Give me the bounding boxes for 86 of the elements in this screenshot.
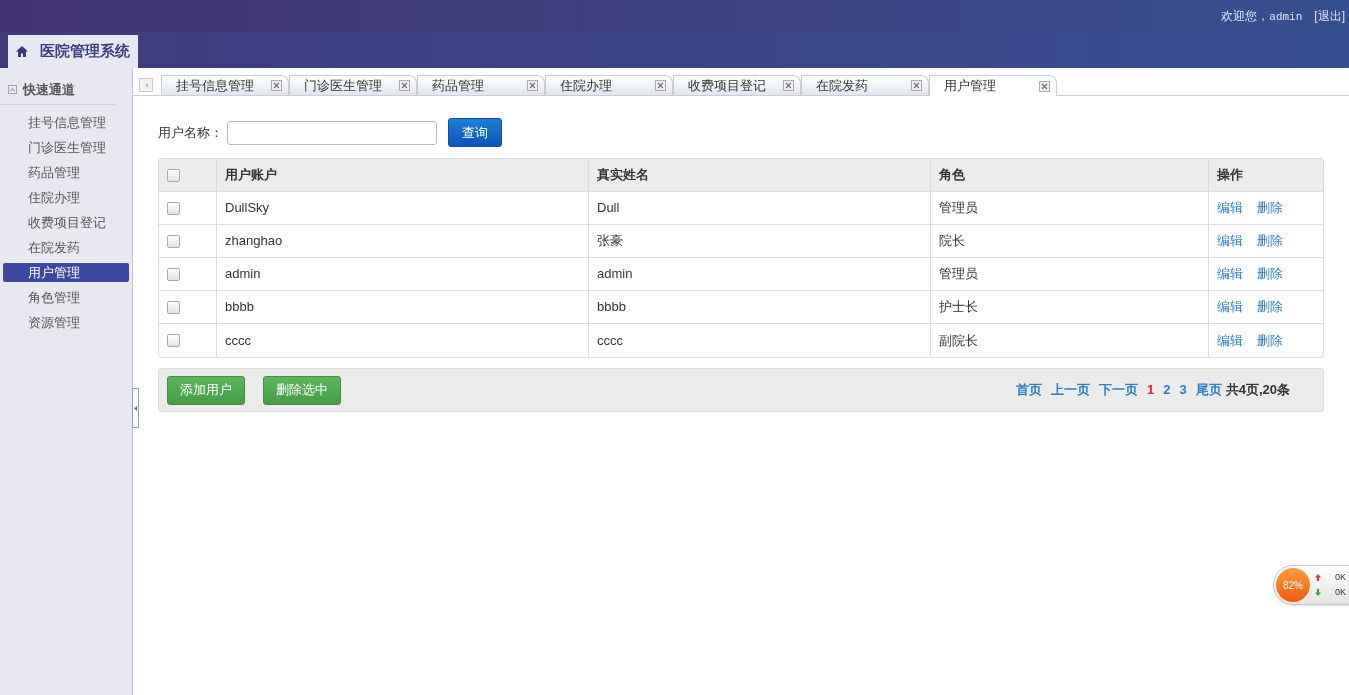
speed-widget[interactable]: 82% 0K 0K bbox=[1273, 565, 1349, 605]
tab[interactable]: 门诊医生管理 bbox=[289, 75, 417, 95]
username-input[interactable] bbox=[227, 120, 437, 145]
page-summary: 共4页,20条 bbox=[1225, 381, 1290, 400]
sidebar-item[interactable]: 资源管理 bbox=[3, 312, 129, 332]
checkbox[interactable] bbox=[167, 201, 180, 215]
table-cell: cccc bbox=[589, 324, 931, 357]
welcome-text: 欢迎您，admin bbox=[1221, 7, 1303, 25]
table-cell: 护士长 bbox=[931, 291, 1209, 323]
table-cell: DullSky bbox=[217, 192, 589, 224]
footer-action-button[interactable]: 删除选中 bbox=[263, 375, 341, 405]
table-cell: admin bbox=[217, 258, 589, 290]
close-icon[interactable] bbox=[527, 80, 538, 91]
column-header: 操作 bbox=[1216, 166, 1244, 185]
action-link[interactable]: 删除 bbox=[1257, 198, 1283, 218]
down-arrow-icon bbox=[1315, 588, 1321, 596]
table-cell: 张豪 bbox=[589, 225, 931, 257]
close-icon[interactable] bbox=[1039, 80, 1050, 92]
download-speed: 0K bbox=[1335, 585, 1346, 599]
tab[interactable]: 在院发药 bbox=[801, 75, 929, 95]
action-link[interactable]: 编辑 bbox=[1217, 264, 1243, 284]
table-cell: bbbb bbox=[217, 291, 589, 323]
pagination-link[interactable]: 尾页 bbox=[1195, 380, 1222, 400]
action-link[interactable]: 删除 bbox=[1257, 231, 1283, 251]
table-cell: 院长 bbox=[931, 225, 1209, 257]
tab[interactable]: 挂号信息管理 bbox=[161, 75, 289, 95]
sidebar-item[interactable]: 用户管理 bbox=[3, 262, 129, 282]
checkbox[interactable] bbox=[167, 168, 180, 182]
close-icon[interactable] bbox=[399, 80, 410, 91]
home-icon bbox=[16, 46, 28, 57]
action-link[interactable]: 删除 bbox=[1257, 330, 1283, 351]
table-cell: 管理员 bbox=[931, 192, 1209, 224]
field-label: 用户名称： bbox=[158, 123, 223, 142]
action-link[interactable]: 编辑 bbox=[1217, 330, 1243, 351]
collapse-icon[interactable] bbox=[8, 85, 17, 95]
action-link[interactable]: 编辑 bbox=[1217, 198, 1243, 218]
action-link[interactable]: 编辑 bbox=[1217, 231, 1243, 251]
sidebar-title: 快速通道 bbox=[23, 81, 75, 99]
sidebar-item[interactable]: 角色管理 bbox=[3, 287, 129, 307]
sidebar-item[interactable]: 挂号信息管理 bbox=[3, 112, 129, 132]
footer-action-button[interactable]: 添加用户 bbox=[167, 375, 245, 405]
query-button[interactable]: 查询 bbox=[448, 118, 502, 147]
column-header: 角色 bbox=[931, 159, 1209, 191]
table-cell: zhanghao bbox=[217, 225, 589, 257]
action-link[interactable]: 删除 bbox=[1257, 264, 1283, 284]
pagination-link[interactable]: 下一页 bbox=[1099, 380, 1138, 400]
column-header: 用户账户 bbox=[217, 159, 589, 191]
table-cell: Dull bbox=[589, 192, 931, 224]
sidebar-toggle[interactable] bbox=[132, 388, 139, 428]
table-cell: cccc bbox=[217, 324, 589, 357]
column-header: 真实姓名 bbox=[589, 159, 931, 191]
system-title-tab[interactable]: 医院管理系统 bbox=[8, 35, 138, 68]
tab[interactable]: 收费项目登记 bbox=[673, 75, 801, 95]
sidebar-item[interactable]: 在院发药 bbox=[3, 237, 129, 257]
page-number[interactable]: 1 bbox=[1147, 380, 1155, 400]
logout-link[interactable]: [退出] bbox=[1314, 7, 1345, 25]
page-number[interactable]: 3 bbox=[1179, 380, 1187, 400]
page-number[interactable]: 2 bbox=[1163, 380, 1171, 400]
checkbox[interactable] bbox=[167, 300, 180, 314]
table-cell: 管理员 bbox=[931, 258, 1209, 290]
close-icon[interactable] bbox=[271, 80, 282, 91]
pagination-link[interactable]: 首页 bbox=[1016, 380, 1042, 400]
pagination-link[interactable]: 上一页 bbox=[1051, 380, 1090, 400]
checkbox[interactable] bbox=[167, 267, 180, 281]
sidebar-item[interactable]: 住院办理 bbox=[3, 187, 129, 207]
sidebar-item[interactable]: 药品管理 bbox=[3, 162, 129, 182]
checkbox[interactable] bbox=[167, 234, 180, 248]
caret-icon bbox=[144, 82, 148, 88]
sidebar-item[interactable]: 门诊医生管理 bbox=[3, 137, 129, 157]
checkbox[interactable] bbox=[167, 334, 180, 347]
action-link[interactable]: 编辑 bbox=[1217, 297, 1243, 317]
scroll-left-button[interactable] bbox=[139, 78, 153, 92]
tab[interactable]: 药品管理 bbox=[417, 75, 545, 95]
table-cell: admin bbox=[589, 258, 931, 290]
tab[interactable]: 住院办理 bbox=[545, 75, 673, 95]
sidebar-item[interactable]: 收费项目登记 bbox=[3, 212, 129, 232]
close-icon[interactable] bbox=[655, 80, 666, 91]
upload-speed: 0K bbox=[1335, 571, 1346, 584]
action-link[interactable]: 删除 bbox=[1257, 297, 1283, 317]
table-cell: bbbb bbox=[589, 291, 931, 323]
close-icon[interactable] bbox=[911, 80, 922, 91]
table-cell: 副院长 bbox=[931, 324, 1209, 357]
close-icon[interactable] bbox=[783, 80, 794, 91]
up-arrow-icon bbox=[1315, 574, 1321, 582]
usage-gauge: 82% bbox=[1276, 568, 1310, 602]
tab[interactable]: 用户管理 bbox=[929, 75, 1057, 96]
